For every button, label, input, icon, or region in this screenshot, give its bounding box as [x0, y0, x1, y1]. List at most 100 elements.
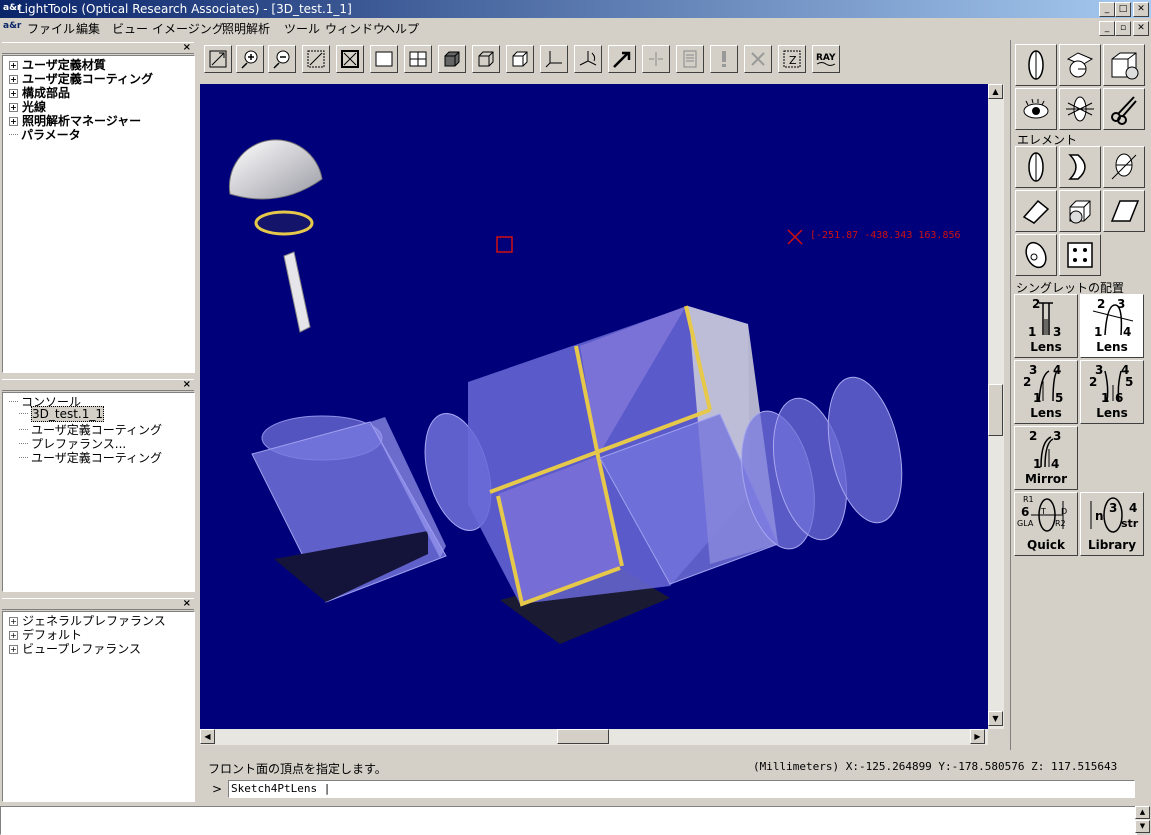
ray-trace-button[interactable]: RAY: [812, 45, 840, 73]
command-input[interactable]: Sketch4PtLens |: [228, 780, 1135, 798]
expand-icon[interactable]: +: [9, 75, 18, 84]
console-item-preferences[interactable]: プレファランス...: [19, 435, 126, 451]
cursor-cross: [787, 229, 803, 245]
minimize-button[interactable]: _: [1099, 2, 1115, 17]
output-scroll-up[interactable]: ▲: [1135, 806, 1150, 819]
zoom-z-icon: Z: [783, 50, 801, 68]
3d-viewport[interactable]: [-251.87 -438.343 163.856: [200, 84, 988, 729]
lens-4pt-button[interactable]: 2 3 1 4 Lens: [1080, 294, 1144, 358]
library-lens-button[interactable]: 3 4 n str Library: [1080, 492, 1144, 556]
window-title: LightTools (Optical Research Associates)…: [18, 2, 352, 16]
prism-icon: [1069, 200, 1091, 224]
zoom-out-button[interactable]: [268, 45, 296, 73]
view-tool-button[interactable]: [1015, 88, 1057, 130]
element-mirror-button[interactable]: [1059, 146, 1101, 188]
solid-tool-button[interactable]: [1103, 44, 1145, 86]
menu-file[interactable]: ファイル: [27, 20, 75, 37]
horizontal-scrollbar[interactable]: ◀ ▶: [200, 729, 988, 745]
alert-button: [710, 45, 738, 73]
console-item-coating-2[interactable]: ユーザ定義コーティング: [19, 449, 162, 465]
hidden-line-view-button[interactable]: [506, 45, 534, 73]
lens-6pt-button[interactable]: 3 4 2 5 1 6 Lens: [1080, 360, 1144, 424]
prefs-item-default[interactable]: + デフォルト: [9, 626, 82, 642]
wire-cube-icon: [478, 51, 494, 67]
expand-icon[interactable]: +: [9, 617, 18, 626]
element-surface-button[interactable]: [1103, 190, 1145, 232]
zoom-extents-button[interactable]: [336, 45, 364, 73]
expand-icon[interactable]: +: [9, 631, 18, 640]
menu-help[interactable]: ヘルプ: [383, 20, 419, 37]
element-plane-button[interactable]: [1015, 190, 1057, 232]
cursor-coordinates: (Millimeters) X:-125.264899 Y:-178.58057…: [753, 760, 1118, 773]
tree-item-coatings[interactable]: + ユーザ定義コーティング: [9, 70, 153, 86]
element-prism-button[interactable]: [1059, 190, 1101, 232]
axes-button[interactable]: [540, 45, 568, 73]
select-arrow-button[interactable]: [608, 45, 636, 73]
console-item-model[interactable]: 3D_test.1_1: [19, 406, 105, 422]
scroll-left-button[interactable]: ◀: [200, 729, 215, 744]
cut-tool-button[interactable]: [1103, 88, 1145, 130]
output-scrollbar[interactable]: ▲ ▼: [1135, 806, 1150, 833]
menu-edit[interactable]: 編集: [76, 20, 100, 37]
element-aperture-button[interactable]: [1103, 146, 1145, 188]
wireframe-view-button[interactable]: [472, 45, 500, 73]
scroll-down-button[interactable]: ▼: [988, 711, 1003, 726]
lens-2pt-button[interactable]: 2 1 3 Lens: [1014, 294, 1078, 358]
menu-window[interactable]: ウィンドウ: [325, 20, 385, 37]
close-icon[interactable]: ×: [183, 43, 191, 53]
menu-view[interactable]: ビュー: [112, 20, 148, 37]
lens-5pt-button[interactable]: 3 4 2 1 5 Lens: [1014, 360, 1078, 424]
maximize-button[interactable]: □: [1115, 2, 1131, 17]
command-prompt: >: [212, 782, 223, 796]
vertical-scrollbar[interactable]: ▲ ▼: [988, 84, 1004, 729]
mdi-close-button[interactable]: ✕: [1133, 21, 1149, 36]
output-scroll-down[interactable]: ▼: [1135, 820, 1150, 833]
parallelogram-icon: [1110, 200, 1140, 222]
expand-icon[interactable]: +: [9, 645, 18, 654]
menu-imaging[interactable]: イメージング: [152, 20, 224, 37]
rotate-axes-button[interactable]: [574, 45, 602, 73]
close-icon[interactable]: ×: [183, 599, 191, 609]
expand-icon[interactable]: +: [9, 61, 18, 70]
console-item-root[interactable]: コンソール: [9, 393, 81, 409]
scroll-up-button[interactable]: ▲: [988, 84, 1003, 99]
menu-tools[interactable]: ツール: [284, 20, 320, 37]
vertical-scroll-thumb[interactable]: [988, 384, 1003, 436]
shaded-view-button[interactable]: [438, 45, 466, 73]
expand-icon[interactable]: +: [9, 103, 18, 112]
close-icon[interactable]: ×: [183, 380, 191, 390]
prefs-item-view[interactable]: + ビュープレファランス: [9, 640, 141, 656]
scroll-right-button[interactable]: ▶: [970, 729, 985, 744]
tree-item-rays[interactable]: + 光線: [9, 98, 46, 114]
zoom-window-button[interactable]: [302, 45, 330, 73]
expand-icon[interactable]: +: [9, 117, 18, 126]
mirror-4pt-button[interactable]: 2 3 1 4 Mirror: [1014, 426, 1078, 490]
element-lens-button[interactable]: [1015, 146, 1057, 188]
close-button[interactable]: ✕: [1133, 2, 1149, 17]
horizontal-scroll-thumb[interactable]: [557, 729, 609, 744]
mdi-minimize-button[interactable]: _: [1099, 21, 1115, 36]
single-view-button[interactable]: [370, 45, 398, 73]
expand-icon[interactable]: +: [9, 89, 18, 98]
quick-lens-button[interactable]: R1 6 GLA T D R2 Quick: [1014, 492, 1078, 556]
lens-tool-button[interactable]: [1015, 44, 1057, 86]
receiver-tool-button[interactable]: [1059, 44, 1101, 86]
console-item-coating[interactable]: ユーザ定義コーティング: [19, 421, 162, 437]
zoom-z-button[interactable]: Z: [778, 45, 806, 73]
toolbar: Z RAY: [198, 40, 1008, 82]
eye-icon: [1023, 98, 1049, 119]
tree-item-components[interactable]: + 構成部品: [9, 84, 70, 100]
quad-view-button[interactable]: [404, 45, 432, 73]
element-array-button[interactable]: [1059, 234, 1101, 276]
zoom-out-icon: [273, 50, 290, 69]
zoom-in-button[interactable]: [236, 45, 264, 73]
element-disk-button[interactable]: [1015, 234, 1057, 276]
zoom-fit-button[interactable]: [204, 45, 232, 73]
tree-item-illumination-manager[interactable]: + 照明解析マネージャー: [9, 112, 141, 128]
mdi-restore-button[interactable]: ▫: [1115, 21, 1131, 36]
source-tool-button[interactable]: [1059, 88, 1101, 130]
tree-item-materials[interactable]: + ユーザ定義材質: [9, 56, 106, 72]
menu-illumination[interactable]: 照明解析: [222, 20, 270, 37]
tree-item-parameters[interactable]: パラメータ: [9, 126, 81, 142]
prefs-item-general[interactable]: + ジェネラルプレファランス: [9, 612, 166, 628]
